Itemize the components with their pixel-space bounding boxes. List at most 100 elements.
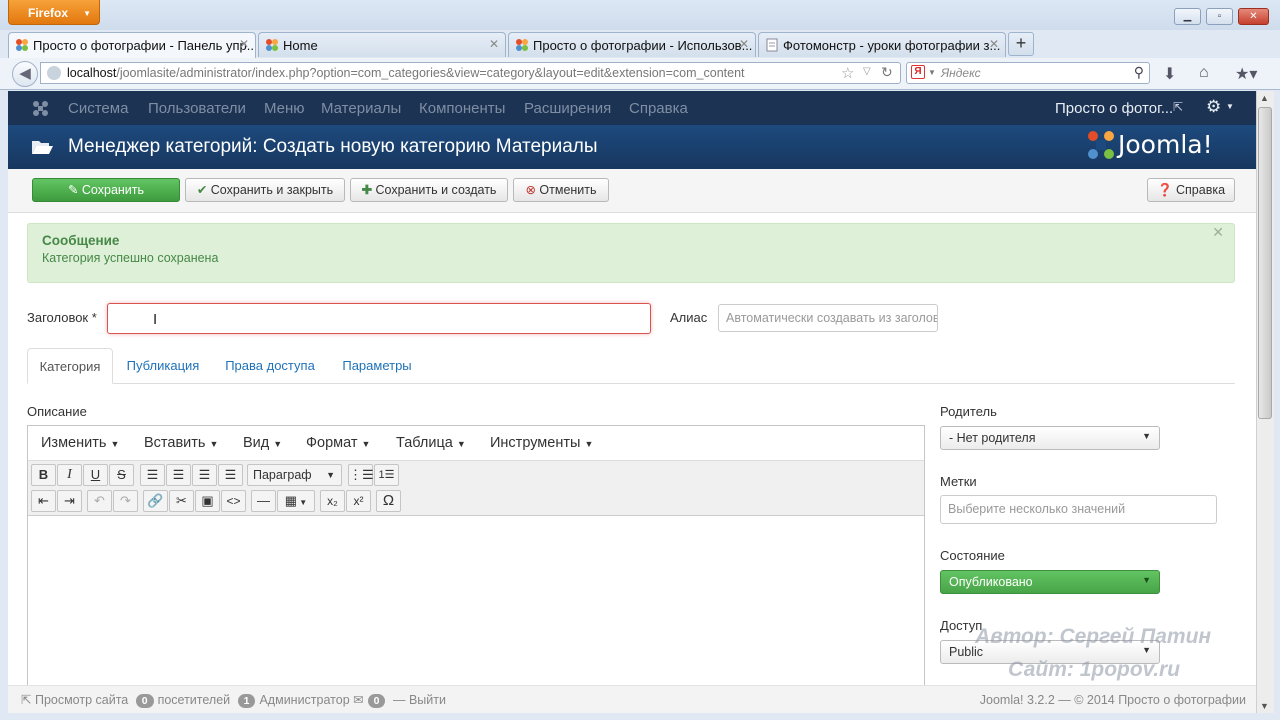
- scroll-up-icon[interactable]: ▲: [1260, 93, 1269, 103]
- url-bar[interactable]: localhost/joomlasite/administrator/index…: [40, 62, 901, 84]
- horizontal-rule-icon[interactable]: —: [251, 490, 276, 512]
- status-select[interactable]: Опубликовано ▼: [940, 570, 1160, 594]
- nav-item-menus[interactable]: Меню: [264, 100, 305, 117]
- tags-label: Метки: [940, 474, 977, 489]
- downloads-icon[interactable]: ⬇: [1163, 64, 1176, 84]
- maximize-button[interactable]: ▫: [1206, 8, 1233, 25]
- scrollbar-thumb[interactable]: [1258, 107, 1272, 419]
- link-icon[interactable]: 🔗: [143, 490, 168, 512]
- numbered-list-icon[interactable]: 1☰: [374, 464, 399, 486]
- close-icon[interactable]: ✕: [1212, 224, 1224, 241]
- image-icon[interactable]: ▣: [195, 490, 220, 512]
- browser-tab-home[interactable]: Home ✕: [258, 32, 506, 57]
- nav-item-users[interactable]: Пользователи: [148, 100, 246, 117]
- editor-menu-view[interactable]: Вид ▼: [243, 435, 282, 451]
- undo-icon[interactable]: ↶: [87, 490, 112, 512]
- menu-label: Вставить: [144, 435, 206, 451]
- cancel-icon: ⊗: [525, 183, 540, 197]
- close-tab-icon[interactable]: ✕: [739, 37, 749, 51]
- search-bar[interactable]: Я ▼ Яндекс ⚲: [906, 62, 1150, 84]
- tab-category[interactable]: Категория: [27, 348, 113, 384]
- reload-icon[interactable]: ↻: [881, 64, 893, 81]
- special-char-icon[interactable]: Ω: [376, 490, 401, 512]
- joomla-favicon-icon: [16, 39, 28, 51]
- superscript-icon[interactable]: x²: [346, 490, 371, 512]
- indent-icon[interactable]: ⇥: [57, 490, 82, 512]
- search-engine-dropdown-icon[interactable]: ▼: [928, 68, 936, 77]
- paragraph-format-select[interactable]: Параграф ▼: [247, 464, 342, 486]
- save-new-button[interactable]: ✚ Сохранить и создать: [350, 178, 508, 202]
- close-window-button[interactable]: ✕: [1238, 8, 1269, 25]
- menu-label: Изменить: [41, 435, 107, 451]
- tab-options[interactable]: Параметры: [332, 348, 422, 384]
- align-justify-icon[interactable]: ☰: [218, 464, 243, 486]
- nav-item-extensions[interactable]: Расширения: [524, 100, 611, 117]
- align-right-icon[interactable]: ☰: [192, 464, 217, 486]
- bookmarks-menu-icon[interactable]: ★▾: [1235, 64, 1257, 84]
- editor-body[interactable]: [28, 517, 924, 685]
- table-icon[interactable]: ▦ ▼: [277, 490, 315, 512]
- editor-menu-insert[interactable]: Вставить ▼: [144, 435, 218, 451]
- caret-down-icon[interactable]: ▼: [1226, 102, 1234, 111]
- close-tab-icon[interactable]: ✕: [489, 37, 499, 51]
- redo-icon[interactable]: ↷: [113, 490, 138, 512]
- alias-input[interactable]: Автоматически создавать из заголовка: [718, 304, 938, 332]
- bold-icon[interactable]: B: [31, 464, 56, 486]
- nav-item-system[interactable]: Система: [68, 100, 128, 117]
- outdent-icon[interactable]: ⇤: [31, 490, 56, 512]
- italic-icon[interactable]: I: [57, 464, 82, 486]
- tab-publishing[interactable]: Публикация: [118, 348, 208, 384]
- title-input[interactable]: I: [107, 303, 651, 334]
- save-close-button[interactable]: ✔ Сохранить и закрыть: [185, 178, 345, 202]
- code-icon[interactable]: <>: [221, 490, 246, 512]
- site-identity-icon[interactable]: [47, 66, 61, 80]
- bookmark-star-icon[interactable]: ☆: [841, 64, 854, 82]
- tab-permissions[interactable]: Права доступа: [214, 348, 326, 384]
- back-button[interactable]: ◀: [12, 61, 38, 87]
- editor-menu-table[interactable]: Таблица ▼: [396, 435, 466, 451]
- nav-item-components[interactable]: Компоненты: [419, 100, 505, 117]
- browser-tab-admin[interactable]: Просто о фотографии - Панель упр... ✕: [8, 32, 256, 58]
- site-name-link[interactable]: Просто о фотог...: [1055, 100, 1173, 117]
- nav-item-content[interactable]: Материалы: [321, 100, 401, 117]
- tags-input[interactable]: Выберите несколько значений: [940, 495, 1217, 524]
- search-icon[interactable]: ⚲: [1134, 64, 1144, 81]
- parent-select[interactable]: - Нет родителя ▼: [940, 426, 1160, 450]
- new-tab-button[interactable]: +: [1008, 32, 1034, 56]
- view-site-link[interactable]: ⇱ Просмотр сайта: [21, 693, 128, 707]
- joomla-logo-icon[interactable]: [32, 100, 49, 117]
- edit-icon: ✎: [67, 183, 82, 197]
- bullet-list-icon[interactable]: ⋮☰: [348, 464, 374, 486]
- save-button[interactable]: ✎ Сохранить: [32, 178, 180, 202]
- scroll-down-icon[interactable]: ▼: [1260, 701, 1269, 711]
- logout-link[interactable]: — Выйти: [393, 693, 446, 707]
- help-button[interactable]: ❓ Справка: [1147, 178, 1235, 202]
- firefox-menu-button[interactable]: Firefox ▼: [8, 0, 100, 25]
- cancel-button[interactable]: ⊗ Отменить: [513, 178, 609, 202]
- status-footer: ⇱ Просмотр сайта 0 посетителей 1 Администр…: [8, 685, 1256, 713]
- browser-tab-usage[interactable]: Просто о фотографии - Использов... ✕: [508, 32, 756, 57]
- editor-menu-format[interactable]: Формат ▼: [306, 435, 370, 451]
- minimize-button[interactable]: ▁: [1174, 8, 1201, 25]
- unlink-icon[interactable]: ✂: [169, 490, 194, 512]
- underline-icon[interactable]: U: [83, 464, 108, 486]
- status-label: Состояние: [940, 548, 1005, 563]
- close-tab-icon[interactable]: ✕: [989, 37, 999, 51]
- caret-down-icon: ▼: [110, 439, 120, 449]
- close-tab-icon[interactable]: ✕: [239, 37, 249, 51]
- caret-down-icon: ▼: [297, 498, 308, 507]
- cancel-label: Отменить: [539, 183, 597, 197]
- browser-tab-fotomonstr[interactable]: Фотомонстр - уроки фотографии з... ✕: [758, 32, 1006, 57]
- home-icon[interactable]: ⌂: [1199, 64, 1209, 82]
- alias-label: Алиас: [670, 310, 708, 325]
- nav-item-help[interactable]: Справка: [629, 100, 688, 117]
- url-dropdown-icon[interactable]: ▽: [863, 66, 871, 77]
- align-left-icon[interactable]: ☰: [140, 464, 165, 486]
- align-center-icon[interactable]: ☰: [166, 464, 191, 486]
- gear-icon[interactable]: ⚙: [1206, 97, 1221, 117]
- editor-menu-tools[interactable]: Инструменты ▼: [490, 435, 593, 451]
- editor-menu-edit[interactable]: Изменить ▼: [41, 435, 119, 451]
- subscript-icon[interactable]: x₂: [320, 490, 345, 512]
- strikethrough-icon[interactable]: S: [109, 464, 134, 486]
- page-title: Менеджер категорий: Создать новую катего…: [68, 136, 598, 157]
